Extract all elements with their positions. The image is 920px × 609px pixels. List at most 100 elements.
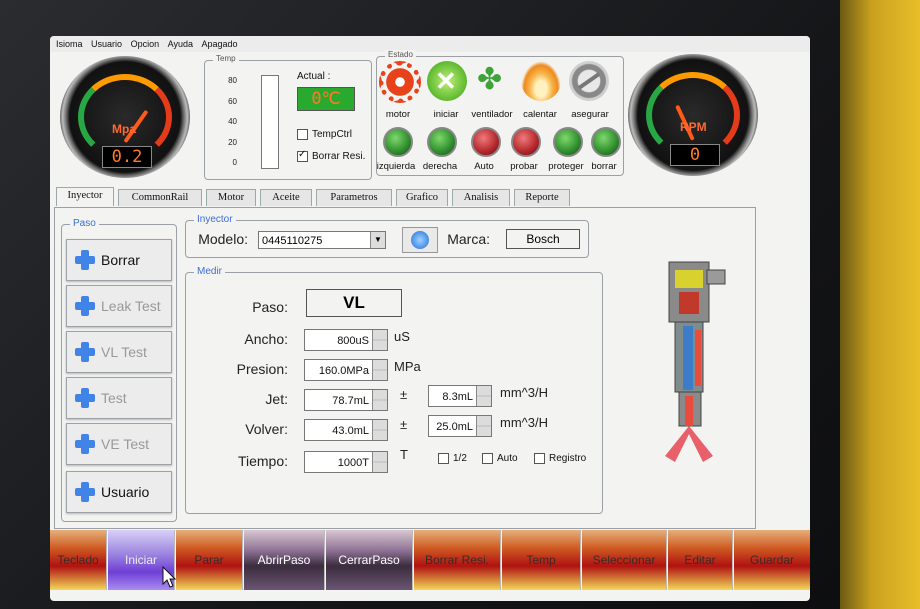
half-label: 1/2 — [453, 453, 467, 465]
lock-icon[interactable] — [569, 61, 609, 101]
medir-group: Medir Paso: VL Ancho: 800uS uS Presion: … — [185, 266, 603, 514]
tab-aceite[interactable]: Aceite — [260, 189, 312, 206]
asegurar-label: asegurar — [571, 109, 609, 120]
tab-reporte[interactable]: Reporte — [514, 189, 570, 206]
seleccionar-button[interactable]: Seleccionar — [582, 530, 667, 590]
borrar-resi-checkbox[interactable]: Borrar Resi. — [297, 149, 366, 163]
rpm-readout: 0 — [670, 144, 720, 166]
borrar-label: borrar — [591, 161, 617, 172]
cerrar-paso-button[interactable]: CerrarPaso — [326, 530, 413, 590]
borrar-resi-button[interactable]: Borrar Resi. — [414, 530, 501, 590]
gear-icon[interactable] — [379, 61, 421, 103]
tempctrl-box[interactable] — [297, 129, 308, 140]
ancho-label: Ancho: — [244, 331, 288, 347]
jet-label: Jet: — [265, 391, 288, 407]
proteger-led — [553, 127, 583, 157]
mouse-cursor-icon — [162, 566, 176, 588]
estado-group-title: Estado — [385, 50, 416, 59]
jet-unit: mm^3/H — [500, 385, 548, 400]
teclado-button[interactable]: Teclado — [50, 530, 107, 590]
ancho-spinbox[interactable]: 800uS — [304, 329, 388, 351]
thermometer-bar — [261, 75, 279, 169]
tab-commonrail[interactable]: CommonRail — [118, 189, 202, 206]
presion-spinbox[interactable]: 160.0MPa — [304, 359, 388, 381]
volver-spinbox[interactable]: 43.0mL — [304, 419, 388, 441]
rpm-unit: RPM — [680, 120, 707, 134]
plus-icon — [75, 296, 95, 316]
editar-button[interactable]: Editar — [668, 530, 733, 590]
temp-tick: 40 — [228, 117, 237, 126]
tab-grafico[interactable]: Grafico — [396, 189, 448, 206]
borrar-button[interactable]: Borrar — [66, 239, 172, 281]
tab-motor[interactable]: Motor — [206, 189, 256, 206]
presion-unit: MPa — [394, 359, 421, 374]
parar-button[interactable]: Parar — [176, 530, 243, 590]
pressure-unit: Mpa — [112, 122, 136, 136]
temp-tick: 20 — [228, 137, 237, 147]
tiempo-unit: T — [400, 447, 408, 462]
registro-checkbox[interactable]: Registro — [534, 453, 586, 464]
tab-inyector[interactable]: Inyector — [56, 187, 114, 206]
inyector-tab-panel: Paso Borrar Leak Test VL Test Test VE Te… — [54, 207, 756, 529]
abrir-paso-button[interactable]: AbrirPaso — [244, 530, 325, 590]
menu-item-opcion[interactable]: Opcion — [131, 36, 160, 52]
menu-item-isioma[interactable]: Isioma — [56, 36, 83, 52]
tempctrl-checkbox[interactable]: TempCtrl — [297, 129, 352, 140]
volver-tolerance-spinbox[interactable]: 25.0mL — [428, 415, 492, 437]
ve-test-button-label: VE Test — [101, 436, 149, 452]
flame-icon[interactable] — [521, 61, 561, 101]
temp-group-title: Temp — [213, 54, 239, 63]
calentar-label: calentar — [523, 109, 557, 120]
auto-box[interactable] — [482, 453, 493, 464]
menu-item-apagado[interactable]: Apagado — [201, 36, 237, 52]
actual-label: Actual : — [297, 71, 331, 82]
guardar-button[interactable]: Guardar — [734, 530, 810, 590]
marca-field: Bosch — [506, 229, 580, 249]
paso-group: Paso Borrar Leak Test VL Test Test VE Te… — [61, 218, 177, 522]
pressure-readout: 0.2 — [102, 146, 152, 168]
usuario-button[interactable]: Usuario — [66, 471, 172, 513]
injector-diagram-image — [665, 261, 726, 462]
chevron-down-icon[interactable]: ▼ — [370, 232, 385, 248]
jet-tolerance-spinbox[interactable]: 8.3mL — [428, 385, 492, 407]
ve-test-button[interactable]: VE Test — [66, 423, 172, 465]
app-window: Isioma Usuario Opcion Ayuda Apagado Mpa … — [50, 36, 810, 601]
tiempo-spinbox[interactable]: 1000T — [304, 451, 388, 473]
half-box[interactable] — [438, 453, 449, 464]
ventilador-label: ventilador — [471, 109, 513, 120]
derecha-led — [427, 127, 457, 157]
jet-spinbox[interactable]: 78.7mL — [304, 389, 388, 411]
inyector-group: Inyector Modelo: 0445110275 ▼ Marca: Bos… — [185, 214, 589, 258]
tab-parametros[interactable]: Parametros — [316, 189, 392, 206]
vl-test-button[interactable]: VL Test — [66, 331, 172, 373]
modelo-select[interactable]: 0445110275 ▼ — [258, 231, 386, 249]
test-button[interactable]: Test — [66, 377, 172, 419]
tempctrl-label: TempCtrl — [312, 129, 353, 141]
plus-icon — [75, 482, 95, 502]
menu-item-usuario[interactable]: Usuario — [91, 36, 122, 52]
borrar-led — [591, 127, 621, 157]
tab-analisis[interactable]: Analisis — [452, 189, 510, 206]
close-circle-icon[interactable]: ✕ — [427, 61, 467, 101]
auto-checkbox[interactable]: Auto — [482, 453, 518, 464]
half-checkbox[interactable]: 1/2 — [438, 453, 467, 464]
ancho-unit: uS — [394, 329, 410, 344]
temp-scale: 80 60 40 20 0 — [215, 71, 237, 174]
borrar-resi-box[interactable] — [297, 149, 308, 162]
plus-icon — [75, 388, 95, 408]
usuario-button-label: Usuario — [101, 484, 150, 500]
menu-item-ayuda[interactable]: Ayuda — [168, 36, 193, 52]
leak-test-button-label: Leak Test — [101, 298, 161, 314]
test-button-label: Test — [101, 390, 127, 406]
registro-label: Registro — [549, 453, 587, 465]
leak-test-button[interactable]: Leak Test — [66, 285, 172, 327]
registro-box[interactable] — [534, 453, 545, 464]
rpm-gauge: RPM 0 — [628, 54, 758, 176]
borrar-button-label: Borrar — [101, 252, 140, 268]
machine-casing — [840, 0, 920, 609]
temp-button[interactable]: Temp — [502, 530, 581, 590]
borrar-resi-label: Borrar Resi. — [312, 151, 366, 163]
fan-icon[interactable]: ✤ — [473, 61, 513, 101]
temp-readout: 0℃ — [297, 87, 355, 111]
temp-group: Temp 80 60 40 20 0 Actual : 0℃ TempCtrl … — [204, 54, 372, 180]
